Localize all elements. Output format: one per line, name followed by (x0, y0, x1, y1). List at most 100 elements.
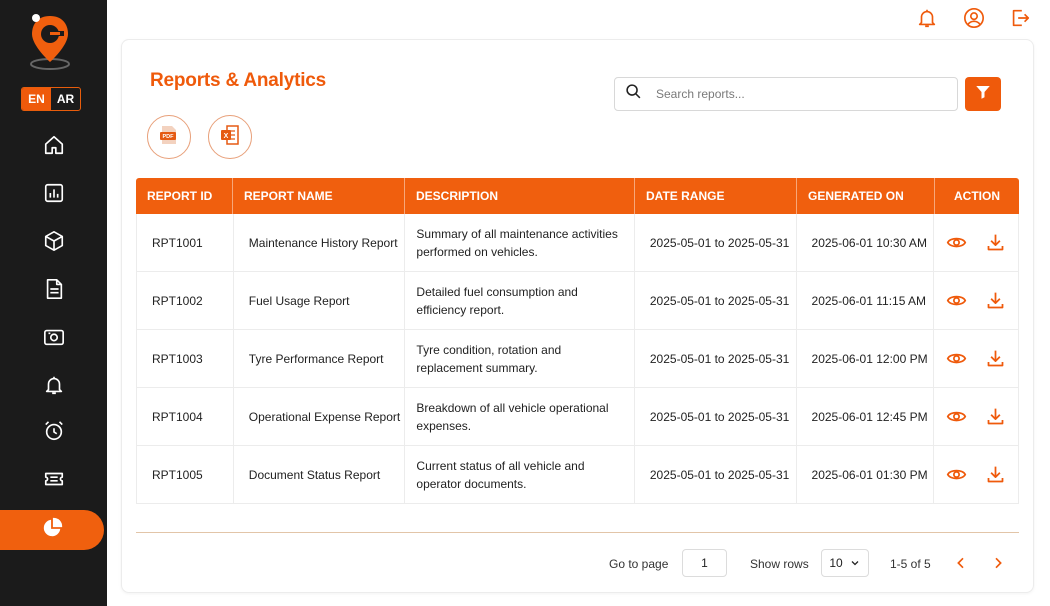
lang-ar-button[interactable]: AR (51, 88, 80, 110)
cell-actions (934, 330, 1018, 387)
view-eye-icon[interactable] (946, 464, 967, 485)
cell-report-name: Fuel Usage Report (234, 272, 406, 329)
home-icon (43, 134, 65, 161)
ticket-icon (43, 468, 65, 495)
cell-description: Breakdown of all vehicle operational exp… (405, 388, 635, 445)
chevron-left-icon (953, 555, 969, 571)
view-eye-icon[interactable] (946, 348, 967, 369)
sidebar-item-dashboard[interactable] (0, 175, 107, 215)
reports-table: REPORT ID REPORT NAME DESCRIPTION DATE R… (136, 178, 1019, 504)
sidebar-item-camera[interactable] (0, 319, 107, 359)
download-icon[interactable] (985, 232, 1006, 253)
table-row: RPT1001 Maintenance History Report Summa… (136, 214, 1019, 272)
goto-page-input[interactable]: 1 (682, 549, 727, 577)
brand-logo (28, 12, 74, 72)
cell-report-name: Tyre Performance Report (234, 330, 406, 387)
sidebar-item-home[interactable] (0, 127, 107, 167)
sidebar: EN AR (0, 0, 107, 606)
header-generated-on[interactable]: GENERATED ON (797, 178, 935, 214)
cell-report-name: Maintenance History Report (234, 214, 406, 271)
cell-actions (934, 388, 1018, 445)
download-icon[interactable] (985, 406, 1006, 427)
search-icon (625, 83, 642, 105)
cell-generated-on: 2025-06-01 11:15 AM (797, 272, 935, 329)
language-switcher: EN AR (21, 87, 81, 111)
sidebar-item-documents[interactable] (0, 271, 107, 311)
topbar-notifications[interactable] (915, 8, 939, 32)
rows-per-page-value: 10 (829, 556, 843, 570)
logout-icon (1009, 7, 1031, 34)
sidebar-item-inventory[interactable] (0, 223, 107, 263)
download-icon[interactable] (985, 348, 1006, 369)
topbar-profile[interactable] (962, 7, 986, 34)
cell-report-id: RPT1001 (137, 214, 234, 271)
cell-report-id: RPT1004 (137, 388, 234, 445)
pdf-icon-text: PDF (163, 134, 175, 140)
pdf-icon: PDF (157, 123, 181, 152)
bell-icon (916, 7, 938, 34)
goto-page-label: Go to page (609, 557, 669, 571)
cell-report-id: RPT1005 (137, 446, 234, 503)
cell-report-id: RPT1003 (137, 330, 234, 387)
cell-actions (934, 272, 1018, 329)
bell-icon (43, 374, 65, 401)
next-page-button[interactable] (989, 554, 1007, 572)
cell-date-range: 2025-05-01 to 2025-05-31 (635, 214, 797, 271)
user-icon (963, 7, 985, 34)
export-pdf-button[interactable]: PDF (147, 115, 191, 159)
table-header: REPORT ID REPORT NAME DESCRIPTION DATE R… (136, 178, 1019, 214)
table-row: RPT1002 Fuel Usage Report Detailed fuel … (136, 272, 1019, 330)
dashboard-chart-icon (43, 182, 65, 209)
page-title: Reports & Analytics (150, 70, 327, 91)
sidebar-item-tickets[interactable] (0, 461, 107, 501)
cell-generated-on: 2025-06-01 01:30 PM (797, 446, 935, 503)
cell-generated-on: 2025-06-01 12:45 PM (797, 388, 935, 445)
cell-description: Summary of all maintenance activities pe… (405, 214, 635, 271)
table-row: RPT1004 Operational Expense Report Break… (136, 388, 1019, 446)
search-input[interactable] (656, 87, 936, 101)
camera-icon (43, 326, 65, 353)
table-row: RPT1003 Tyre Performance Report Tyre con… (136, 330, 1019, 388)
filter-button[interactable] (965, 77, 1001, 111)
prev-page-button[interactable] (952, 554, 970, 572)
export-excel-button[interactable]: X (208, 115, 252, 159)
lang-en-button[interactable]: EN (22, 88, 51, 110)
view-eye-icon[interactable] (946, 406, 967, 427)
header-date-range[interactable]: DATE RANGE (635, 178, 797, 214)
sidebar-item-notifications[interactable] (0, 367, 107, 407)
download-icon[interactable] (985, 464, 1006, 485)
topbar-logout[interactable] (1008, 8, 1032, 32)
cell-date-range: 2025-05-01 to 2025-05-31 (635, 388, 797, 445)
cell-actions (934, 446, 1018, 503)
search-box[interactable] (614, 77, 958, 111)
cell-actions (934, 214, 1018, 271)
header-description[interactable]: DESCRIPTION (405, 178, 635, 214)
cell-generated-on: 2025-06-01 12:00 PM (797, 330, 935, 387)
chevron-right-icon (990, 555, 1006, 571)
cell-report-name: Document Status Report (234, 446, 406, 503)
view-eye-icon[interactable] (946, 232, 967, 253)
cell-generated-on: 2025-06-01 10:30 AM (797, 214, 935, 271)
cell-description: Current status of all vehicle and operat… (405, 446, 635, 503)
sidebar-item-reminders[interactable] (0, 413, 107, 453)
view-eye-icon[interactable] (946, 290, 967, 311)
document-icon (43, 278, 65, 305)
header-action: ACTION (954, 189, 1000, 203)
header-report-id[interactable]: REPORT ID (136, 178, 233, 214)
sidebar-item-reports[interactable] (0, 510, 104, 550)
excel-icon-text: X (224, 133, 229, 140)
cell-date-range: 2025-05-01 to 2025-05-31 (635, 330, 797, 387)
download-icon[interactable] (985, 290, 1006, 311)
cell-date-range: 2025-05-01 to 2025-05-31 (635, 272, 797, 329)
table-divider (136, 532, 1019, 533)
pie-chart-icon (41, 517, 63, 544)
header-report-name[interactable]: REPORT NAME (233, 178, 405, 214)
excel-icon: X (218, 123, 242, 152)
rows-per-page-select[interactable]: 10 (821, 549, 869, 577)
page-summary: 1-5 of 5 (890, 557, 931, 571)
alarm-clock-icon (43, 420, 65, 447)
cell-report-name: Operational Expense Report (234, 388, 406, 445)
chevron-down-icon (849, 557, 861, 569)
box-icon (43, 230, 65, 257)
cell-description: Tyre condition, rotation and replacement… (405, 330, 635, 387)
